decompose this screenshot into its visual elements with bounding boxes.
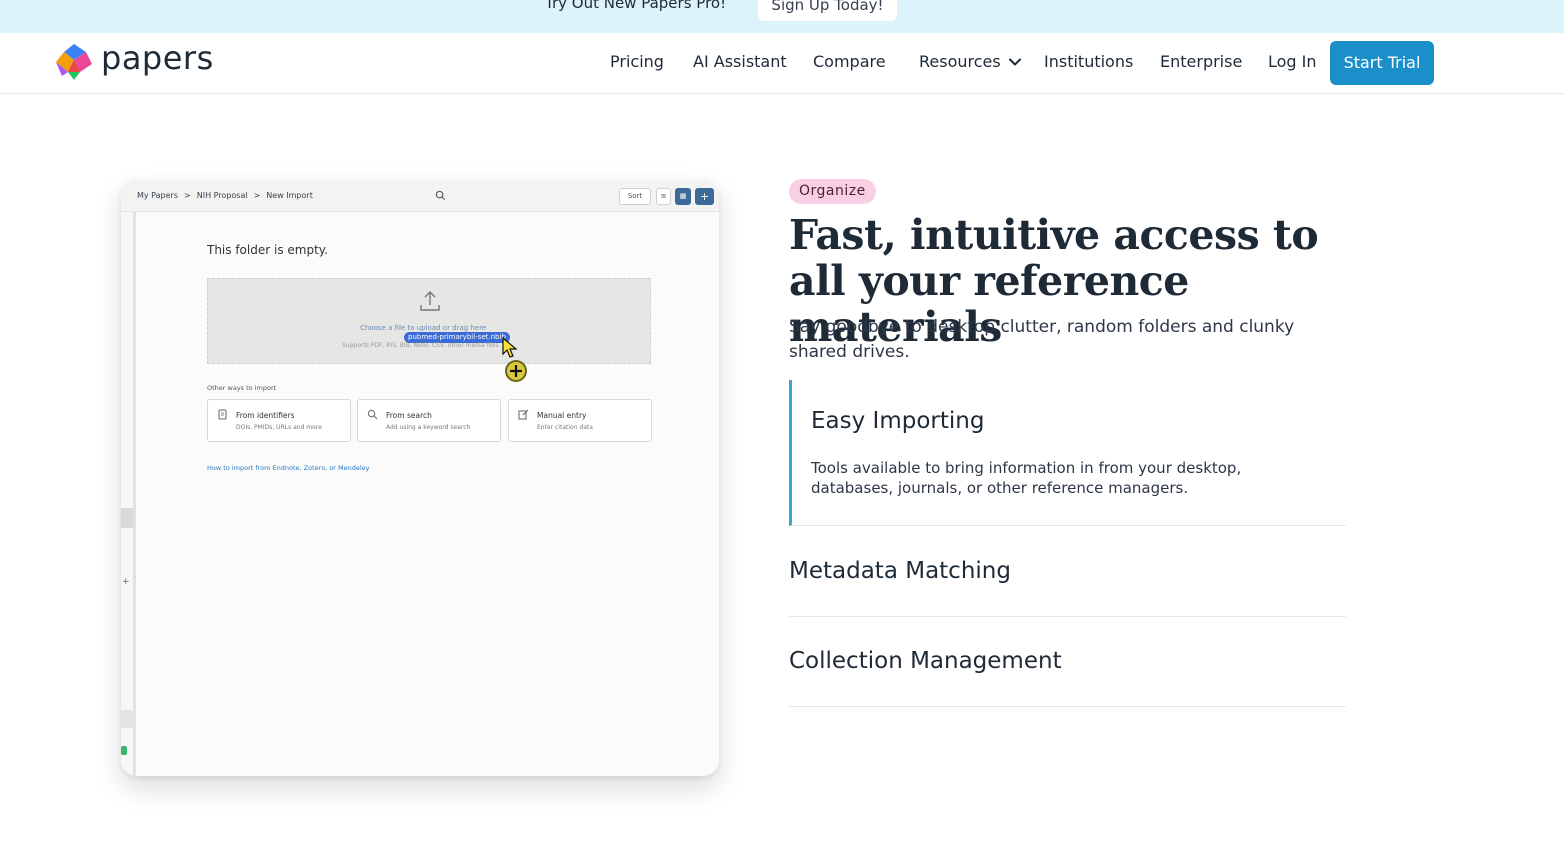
promo-banner: Try Out New Papers Pro! Sign Up Today! <box>0 0 1564 33</box>
breadcrumb-separator: > <box>184 191 191 200</box>
accordion-item-metadata-matching[interactable]: Metadata Matching <box>789 527 1346 617</box>
breadcrumb: My Papers > NIH Proposal > New Import <box>137 191 313 200</box>
import-manual-entry: Manual entry Enter citation data <box>508 399 652 442</box>
breadcrumb-item: NIH Proposal <box>196 191 248 200</box>
sidebar-settings-icon <box>121 710 133 728</box>
nav-institutions[interactable]: Institutions <box>1044 52 1133 71</box>
preview-sidebar: + <box>121 212 136 776</box>
promo-text: Try Out New Papers Pro! <box>545 0 727 12</box>
list-view-icon: ≡ <box>656 188 671 205</box>
search-icon <box>435 190 446 201</box>
breadcrumb-item: My Papers <box>137 191 179 200</box>
app-preview-screenshot: My Papers > NIH Proposal > New Import So… <box>121 180 719 776</box>
add-icon: + <box>695 188 714 205</box>
nav-ai-assistant[interactable]: AI Assistant <box>693 52 787 71</box>
import-help-link: How to import from Endnote, Zotero, or M… <box>207 464 370 472</box>
sidebar-add-icon: + <box>122 577 130 587</box>
accordion-title[interactable]: Easy Importing <box>811 408 984 434</box>
edit-icon <box>518 409 529 420</box>
way-title: From identifiers <box>236 411 295 420</box>
import-from-search: From search Add using a keyword search <box>357 399 501 442</box>
nav-pricing[interactable]: Pricing <box>610 52 664 71</box>
dropzone-instruction: Choose a file to upload or drag here <box>360 324 487 332</box>
import-from-identifiers: From identifiers DOIs, PMIDs, URLs and m… <box>207 399 351 442</box>
way-title: Manual entry <box>537 411 587 420</box>
signup-button[interactable]: Sign Up Today! <box>758 0 897 21</box>
way-title: From search <box>386 411 432 420</box>
accordion-item-collection-management[interactable]: Collection Management <box>789 617 1346 707</box>
section-tag: Organize <box>789 179 876 204</box>
upload-icon <box>420 291 440 311</box>
nav-enterprise[interactable]: Enterprise <box>1160 52 1242 71</box>
accordion-title[interactable]: Collection Management <box>789 648 1062 674</box>
breadcrumb-item: New Import <box>266 191 313 200</box>
chevron-down-icon[interactable] <box>1008 55 1022 69</box>
empty-folder-title: This folder is empty. <box>207 243 328 257</box>
preview-toolbar: My Papers > NIH Proposal > New Import So… <box>121 180 719 212</box>
nav-resources[interactable]: Resources <box>919 52 1001 71</box>
logo-wordmark[interactable]: papers <box>101 39 214 77</box>
search-icon <box>367 409 378 420</box>
other-ways-label: Other ways to import <box>207 384 277 392</box>
dropzone-formats: Supports PDF, RIS, BIB, NBIB, CSV, other… <box>342 342 499 349</box>
sort-label: Sort <box>627 192 643 200</box>
way-subtitle: Enter citation data <box>537 424 593 431</box>
grid-view-icon: ▦ <box>675 188 691 205</box>
start-trial-button[interactable]: Start Trial <box>1330 41 1434 85</box>
sidebar-status-icon <box>121 746 127 755</box>
way-subtitle: Add using a keyword search <box>386 424 471 431</box>
sort-button: Sort <box>619 188 651 205</box>
nav-login[interactable]: Log In <box>1268 52 1317 71</box>
document-icon <box>218 409 227 420</box>
accordion-item-easy-importing[interactable]: Easy Importing Tools available to bring … <box>789 380 1346 526</box>
way-subtitle: DOIs, PMIDs, URLs and more <box>236 424 322 431</box>
mouse-cursor-icon <box>502 337 518 358</box>
nav-compare[interactable]: Compare <box>813 52 886 71</box>
papers-logo-icon[interactable] <box>54 42 94 82</box>
section-subheadline: Say goodbye to desktop clutter, random f… <box>789 317 1295 362</box>
copy-plus-icon <box>505 360 527 382</box>
accordion-title[interactable]: Metadata Matching <box>789 558 1011 584</box>
sidebar-marker <box>121 508 133 528</box>
site-header: papers Pricing AI Assistant Compare Reso… <box>0 33 1564 94</box>
breadcrumb-separator: > <box>253 191 261 200</box>
accordion-body: Tools available to bring information in … <box>811 459 1242 497</box>
